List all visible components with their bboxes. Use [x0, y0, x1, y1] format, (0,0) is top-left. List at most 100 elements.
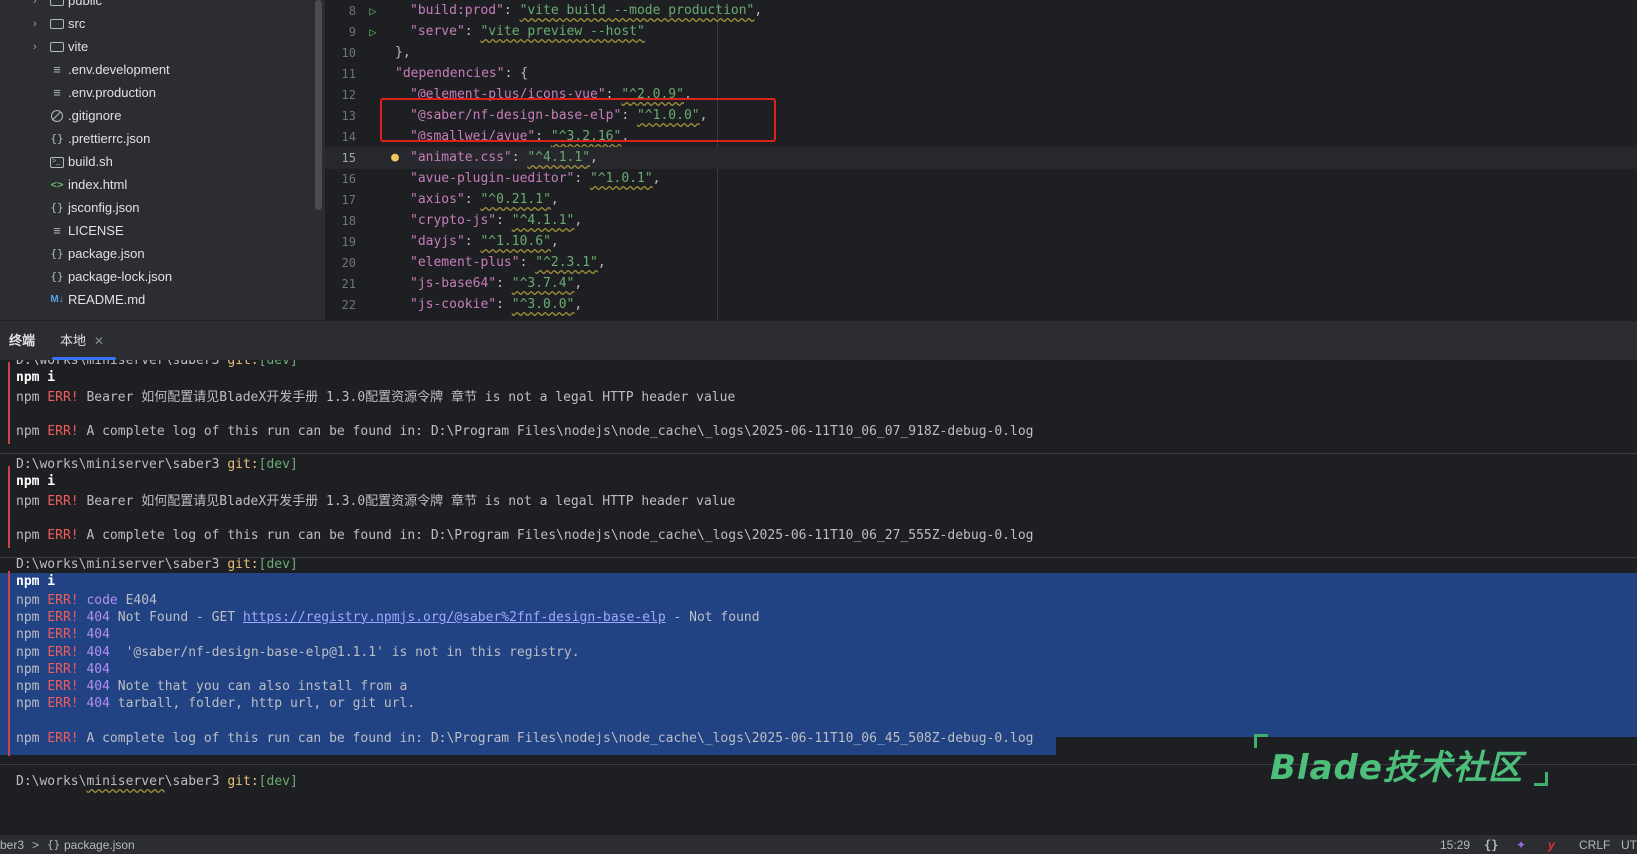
git-label: git: [227, 360, 259, 368]
terminal-error-line: npm ERR! code E404 [16, 592, 157, 608]
terminal-error-line: npm ERR! 404 tarball, folder, http url, … [16, 696, 416, 712]
json-value: "^1.10.6" [480, 234, 551, 249]
tree-item-label: .prettierrc.json [68, 131, 151, 146]
terminal-command: npm i [16, 370, 56, 386]
tree-item[interactable]: ≡ .env.development [0, 58, 310, 82]
run-script-icon[interactable]: ▷ [363, 21, 383, 43]
code-line[interactable]: 19 "dayjs": "^1.10.6", [325, 231, 1637, 253]
tree-item[interactable]: › vite [0, 35, 310, 59]
tree-item[interactable]: ≡ .env.production [0, 81, 310, 105]
folder-icon [49, 35, 65, 59]
terminal-error-line: npm ERR! Bearer 如何配置请见BladeX开发手册 1.3.0配置… [16, 493, 736, 509]
code-line[interactable]: 11 "dependencies": { [325, 63, 1637, 85]
code-line[interactable]: 20 "element-plus": "^2.3.1", [325, 252, 1637, 274]
tree-item-label: package-lock.json [68, 269, 173, 284]
terminal-prompt: D:\works\miniserver\saber3 git:[dev] [16, 456, 298, 474]
tree-item-label: build.sh [68, 154, 113, 169]
json-value: "^4.1.1" [527, 150, 591, 165]
ai-assistant-icon[interactable]: ✦ [1516, 835, 1526, 854]
git-label: git: [227, 557, 259, 572]
json-value: "^4.1.1" [511, 213, 575, 228]
terminal-prompt: D:\works\miniserver\saber3 git:[dev] [16, 360, 298, 370]
line-number: 16 [341, 172, 356, 186]
code-text: }, [395, 45, 411, 60]
tree-item[interactable]: {} jsconfig.json [0, 196, 310, 220]
code-text: "build:prod": "vite build --mode product… [410, 3, 763, 18]
line-number: 17 [341, 193, 356, 207]
json-key: "dependencies" [395, 66, 505, 81]
terminal-prompt-current[interactable]: D:\works\miniserver\saber3 git:[dev] [16, 773, 298, 791]
code-line[interactable]: 17 "axios": "^0.21.1", [325, 189, 1637, 211]
code-line[interactable]: 22 "js-cookie": "^3.0.0", [325, 294, 1637, 316]
code-line[interactable]: 16 "avue-plugin-ueditor": "^1.0.1", [325, 168, 1637, 190]
terminal-error-line: npm ERR! A complete log of this run can … [16, 424, 1034, 440]
line-number: 18 [341, 214, 356, 228]
text-file-icon: ≡ [53, 223, 61, 238]
code-line[interactable]: 15 ● "animate.css": "^4.1.1", [325, 147, 1637, 169]
json-key: "js-cookie" [410, 297, 497, 312]
tree-item[interactable]: <> index.html [0, 173, 310, 197]
chevron-right-icon[interactable]: › [33, 12, 43, 36]
watermark-text: Blade技术社区 [1270, 748, 1523, 788]
code-line[interactable]: 8 ▷ "build:prod": "vite build --mode produ… [325, 0, 1637, 22]
git-branch: [dev] [258, 360, 298, 368]
lightbulb-icon[interactable]: ● [385, 147, 405, 169]
code-text: "element-plus": "^2.3.1", [410, 255, 606, 270]
tree-item[interactable]: ≡ LICENSE [0, 219, 310, 243]
line-number: 11 [341, 67, 356, 81]
code-line[interactable]: 21 "js-base64": "^3.7.4", [325, 273, 1637, 295]
code-text: "avue-plugin-ueditor": "^1.0.1", [410, 171, 661, 186]
line-number: 10 [341, 46, 356, 60]
line-number: 9 [348, 25, 356, 39]
close-icon[interactable]: ✕ [94, 321, 104, 361]
breadcrumb-project[interactable]: ber3 [0, 835, 24, 854]
tree-item[interactable]: {} package.json [0, 242, 310, 266]
breadcrumb-file[interactable]: package.json [64, 835, 135, 854]
json-value: "^2.3.1" [535, 255, 598, 270]
tree-item[interactable]: .gitignore [0, 104, 310, 128]
error-indicator [8, 571, 10, 756]
git-branch: [dev] [258, 557, 298, 572]
json-key: "element-plus" [410, 255, 520, 270]
file-encoding[interactable]: UT [1621, 835, 1637, 854]
line-number: 13 [341, 109, 356, 123]
code-text: "serve": "vite preview --host" [410, 24, 645, 39]
tab-local[interactable]: 本地 [60, 321, 86, 361]
git-branch: [dev] [258, 457, 298, 472]
folder-icon [49, 12, 65, 36]
tree-item[interactable]: M↓ README.md [0, 288, 310, 312]
line-ending[interactable]: CRLF [1579, 835, 1610, 854]
code-editor[interactable]: 8 ▷ "build:prod": "vite build --mode produ… [325, 0, 1637, 320]
run-script-icon[interactable]: ▷ [363, 0, 383, 22]
git-label: git: [227, 774, 259, 789]
code-text: "dayjs": "^1.10.6", [410, 234, 559, 249]
line-number: 21 [341, 277, 356, 291]
code-line[interactable]: 9 ▷ "serve": "vite preview --host" [325, 21, 1637, 43]
project-tree: › public › src › vite ≡ .env.development ≡ .env.p… [0, 0, 325, 320]
code-line[interactable]: 10}, [325, 42, 1637, 64]
terminal-error-line: npm ERR! 404 [16, 661, 110, 677]
error-tag: ERR! [47, 696, 79, 712]
tree-item-label: .env.development [68, 62, 170, 77]
terminal-error-line: npm ERR! 404 '@saber/nf-design-base-elp@… [16, 644, 580, 660]
code-line[interactable]: 18 "crypto-js": "^4.1.1", [325, 210, 1637, 232]
shell-file-icon: >_ [49, 150, 65, 174]
caret-position[interactable]: 15:29 [1440, 835, 1470, 854]
json-key: "dayjs" [410, 234, 465, 249]
tree-item[interactable]: {} package-lock.json [0, 265, 310, 289]
tree-item[interactable]: >_ build.sh [0, 150, 310, 174]
json-key: "axios" [410, 192, 465, 207]
braces-icon[interactable]: {} [1484, 835, 1498, 854]
error-tag: ERR! [47, 731, 79, 746]
tree-item-label: src [68, 16, 86, 31]
registry-link[interactable]: https://registry.npmjs.org/@saber%2fnf-d… [243, 610, 666, 625]
code-text: "crypto-js": "^4.1.1", [410, 213, 583, 228]
tree-item[interactable]: › src [0, 12, 310, 36]
tree-item[interactable]: {} .prettierrc.json [0, 127, 310, 151]
chevron-right-icon[interactable]: › [33, 35, 43, 59]
terminal-tab-bar: 终端 本地 ✕ [0, 320, 1637, 360]
plugin-y-icon[interactable]: y [1548, 835, 1555, 854]
error-tag: ERR! [47, 644, 79, 660]
tree-scrollbar[interactable] [315, 0, 322, 210]
code-text: "js-cookie": "^3.0.0", [410, 297, 583, 312]
